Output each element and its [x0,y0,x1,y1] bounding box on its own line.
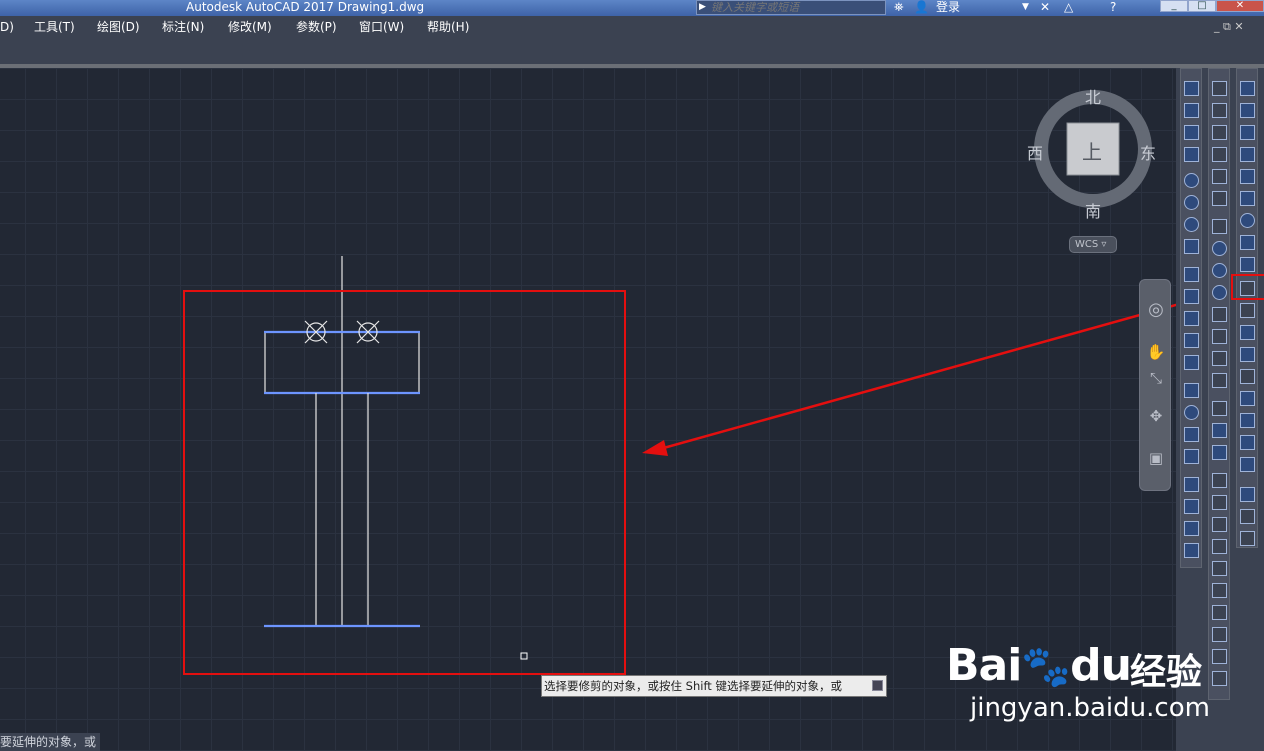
compass-north[interactable]: 北 [1085,84,1101,108]
watermark-brand-du: du [1070,640,1132,691]
snap-from-icon[interactable] [1212,103,1227,118]
dim-ordinate-icon[interactable] [1184,355,1199,370]
extend-icon[interactable] [1240,303,1255,318]
zoom-dynamic-icon[interactable] [1212,495,1227,510]
mirror-icon[interactable] [1240,125,1255,140]
dim-update-icon[interactable] [1184,521,1199,536]
edit-spline-icon[interactable] [1240,509,1255,524]
zoom-out-icon[interactable] [1212,605,1227,620]
showmotion-icon[interactable]: ▣ [1146,448,1166,468]
zoom-previous-icon[interactable] [1212,671,1227,686]
move-icon[interactable] [1240,191,1255,206]
polyline-tool-icon[interactable] [1184,147,1199,162]
snap-quadrant-icon[interactable] [1212,263,1227,278]
navigation-bar: ◎ ✋ ⤡ ✥ ▣ [1139,279,1171,491]
watermark-cn: 经验 [1130,652,1203,693]
snap-center-icon[interactable] [1212,241,1227,256]
copy-icon[interactable] [1240,103,1255,118]
command-tooltip: 选择要修剪的对象，或按住 Shift 键选择要延伸的对象，或 [541,675,887,697]
snap-insert-icon[interactable] [1212,351,1227,366]
inspect-icon[interactable] [1184,427,1199,442]
zoom-object-icon[interactable] [1212,561,1227,576]
compass-west[interactable]: 西 [1027,140,1043,164]
snap-apparent-intersection-icon[interactable] [1212,191,1227,206]
dim-edit-icon[interactable] [1184,477,1199,492]
snap-parallel-icon[interactable] [1212,329,1227,344]
snap-extension-icon[interactable] [1212,219,1227,234]
edit-polyline-icon[interactable] [1240,487,1255,502]
command-line[interactable]: 要延伸的对象，或 [0,733,101,751]
array-icon[interactable] [1240,169,1255,184]
snap-perpendicular-icon[interactable] [1212,307,1227,322]
compass-south[interactable]: 南 [1085,198,1101,222]
snap-toolbar [1208,68,1230,700]
break-icon[interactable] [1240,347,1255,362]
xline-tool-icon[interactable] [1184,103,1199,118]
zoom-in-icon[interactable] [1212,583,1227,598]
paw-icon: 🐾 [1021,644,1071,690]
tolerance-icon[interactable] [1184,383,1199,398]
jogged-linear-icon[interactable] [1184,449,1199,464]
zoom-window-icon[interactable] [1212,473,1227,488]
orbit-icon[interactable]: ✥ [1146,406,1166,426]
wcs-label: WCS [1075,239,1099,250]
dim-linear-icon[interactable] [1184,267,1199,282]
snap-temp-track-icon[interactable] [1212,81,1227,96]
snap-endpoint-icon[interactable] [1212,125,1227,140]
snap-tangent-icon[interactable] [1212,285,1227,300]
rotate-icon[interactable] [1240,213,1255,228]
stretch-icon[interactable] [1240,257,1255,272]
snap-nearest-icon[interactable] [1212,401,1227,416]
donut-tool-icon[interactable] [1184,195,1199,210]
trim-tool-highlight-box [1231,274,1264,300]
dim-aligned-icon[interactable] [1184,289,1199,304]
tooltip-text: 选择要修剪的对象，或按住 Shift 键选择要延伸的对象，或 [544,679,842,693]
snap-intersection-icon[interactable] [1212,169,1227,184]
viewcube[interactable]: 北 南 东 西 上 [1027,82,1158,222]
edit-hatch-icon[interactable] [1240,531,1255,546]
watermark-brand-bai: Bai [946,640,1022,691]
fillet-icon[interactable] [1240,413,1255,428]
center-mark-icon[interactable] [1184,405,1199,420]
dim-continue-icon[interactable] [1184,333,1199,348]
hand-pan-icon[interactable]: ✋ [1146,342,1166,362]
revcloud-tool-icon[interactable] [1184,239,1199,254]
arc-tool-icon[interactable] [1184,125,1199,140]
scale-icon[interactable] [1240,235,1255,250]
watermark-brand: Bai🐾du [946,640,1132,691]
compass-east[interactable]: 东 [1140,140,1156,164]
snap-node-icon[interactable] [1212,373,1227,388]
ellipse-tool-icon[interactable] [1184,217,1199,232]
annotation-arrowhead [642,440,668,456]
dim-text-edit-icon[interactable] [1184,499,1199,514]
join-icon[interactable] [1240,369,1255,384]
viewcube-face-top[interactable]: 上 [1082,136,1102,165]
zoom-extents-icon[interactable] [1212,649,1227,664]
draw-toolbar [1180,68,1202,568]
watermark-url: jingyan.baidu.com [970,693,1210,723]
snap-settings-icon[interactable] [1212,445,1227,460]
circle-tool-icon[interactable] [1184,173,1199,188]
zoom-icon[interactable]: ⤡ [1146,368,1166,388]
snap-none-icon[interactable] [1212,423,1227,438]
tooltip-expand-icon[interactable] [872,680,883,691]
line-tool-icon[interactable] [1184,81,1199,96]
chamfer-icon[interactable] [1240,391,1255,406]
modify-toolbar [1236,68,1258,548]
command-line-text: 要延伸的对象，或 [0,735,97,749]
erase-icon[interactable] [1240,81,1255,96]
zoom-all-icon[interactable] [1212,627,1227,642]
blend-curves-icon[interactable] [1240,435,1255,450]
explode-icon[interactable] [1240,457,1255,472]
dim-style-icon[interactable] [1184,543,1199,558]
annotation-highlight-box [183,290,626,675]
steering-wheel-icon[interactable]: ◎ [1146,300,1166,320]
zoom-center-icon[interactable] [1212,539,1227,554]
zoom-scale-icon[interactable] [1212,517,1227,532]
wcs-menu-button[interactable]: WCS ▿ [1069,236,1117,253]
offset-icon[interactable] [1240,147,1255,162]
snap-midpoint-icon[interactable] [1212,147,1227,162]
break-at-point-icon[interactable] [1240,325,1255,340]
dim-baseline-icon[interactable] [1184,311,1199,326]
